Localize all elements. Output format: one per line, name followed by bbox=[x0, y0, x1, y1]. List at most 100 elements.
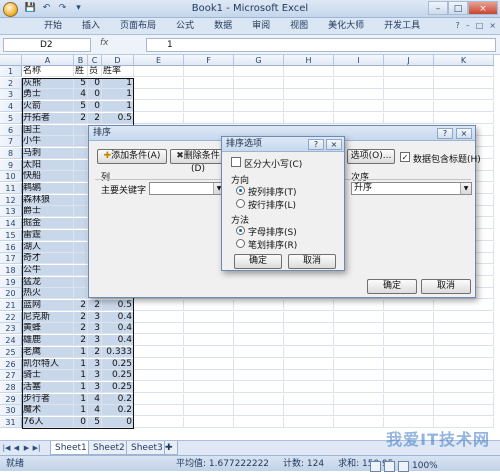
sheet-cell[interactable]: 3 bbox=[88, 358, 102, 370]
sheet-cell[interactable]: 1 bbox=[74, 381, 88, 393]
sheet-cell[interactable]: 黄蜂 bbox=[22, 323, 74, 335]
sheet-cell[interactable] bbox=[284, 89, 334, 101]
sheet-cell[interactable] bbox=[134, 370, 184, 382]
close-button[interactable]: × bbox=[468, 1, 498, 15]
tab-home[interactable]: 开始 bbox=[34, 18, 72, 34]
sheet-cell[interactable] bbox=[184, 89, 234, 101]
sheet-cell[interactable] bbox=[234, 346, 284, 358]
sheet-cell[interactable] bbox=[184, 346, 234, 358]
tab-page-layout[interactable]: 页面布局 bbox=[110, 18, 166, 34]
row-header[interactable]: 14 bbox=[0, 218, 22, 230]
sheet-cell[interactable] bbox=[184, 358, 234, 370]
sheet-cell[interactable] bbox=[234, 370, 284, 382]
sheet-cell[interactable]: 4 bbox=[74, 89, 88, 101]
sheet-cell[interactable]: 0.25 bbox=[102, 381, 134, 393]
row-header[interactable]: 30 bbox=[0, 405, 22, 417]
row-header[interactable]: 25 bbox=[0, 346, 22, 358]
minimize-button[interactable]: – bbox=[428, 1, 448, 15]
sheet-cell[interactable] bbox=[384, 323, 434, 335]
sheet-cell[interactable] bbox=[74, 147, 88, 159]
sheet-cell[interactable] bbox=[134, 311, 184, 323]
column-header-j[interactable]: J bbox=[384, 55, 434, 66]
tab-formulas[interactable]: 公式 bbox=[166, 18, 204, 34]
row-header[interactable]: 16 bbox=[0, 241, 22, 253]
sheet-cell[interactable] bbox=[284, 112, 334, 124]
sheet-cell[interactable]: 胜率 bbox=[102, 66, 134, 77]
sheet-cell[interactable] bbox=[284, 381, 334, 393]
sheet-cell[interactable] bbox=[384, 405, 434, 417]
row-header[interactable]: 8 bbox=[0, 147, 22, 159]
sheet-cell[interactable] bbox=[74, 206, 88, 218]
row-header[interactable]: 10 bbox=[0, 171, 22, 183]
sheet-cell[interactable]: 奇才 bbox=[22, 253, 74, 265]
sheet-cell[interactable] bbox=[234, 335, 284, 347]
by-row-radio[interactable] bbox=[236, 199, 245, 208]
next-sheet-icon[interactable]: ▶ bbox=[22, 443, 31, 454]
sheet-cell[interactable] bbox=[284, 335, 334, 347]
sheet-cell[interactable]: 2 bbox=[74, 300, 88, 311]
options-help-button[interactable]: ? bbox=[308, 139, 324, 150]
sheet-cell[interactable] bbox=[184, 417, 234, 428]
sheet-cell[interactable] bbox=[334, 89, 384, 101]
page-break-view-icon[interactable] bbox=[398, 460, 409, 472]
sheet-cell[interactable]: 掘金 bbox=[22, 218, 74, 230]
sheet-cell[interactable] bbox=[74, 288, 88, 300]
sheet-cell[interactable]: 员 bbox=[88, 66, 102, 77]
sheet-cell[interactable] bbox=[134, 300, 184, 311]
sheet-cell[interactable]: 热火 bbox=[22, 288, 74, 300]
sheet-cell[interactable] bbox=[334, 381, 384, 393]
sheet-cell[interactable] bbox=[334, 66, 384, 77]
sheet-cell[interactable]: 2 bbox=[74, 335, 88, 347]
sheet-cell[interactable] bbox=[134, 417, 184, 428]
sheet-cell[interactable] bbox=[334, 77, 384, 89]
sheet-cell[interactable]: 0 bbox=[102, 417, 134, 428]
sheet-cell[interactable]: 0 bbox=[88, 101, 102, 113]
sheet-cell[interactable] bbox=[234, 66, 284, 77]
sheet-cell[interactable] bbox=[184, 77, 234, 89]
tab-insert[interactable]: 插入 bbox=[72, 18, 110, 34]
by-column-radio[interactable] bbox=[236, 186, 245, 195]
sheet-cell[interactable]: 魔术 bbox=[22, 405, 74, 417]
sheet-cell[interactable] bbox=[134, 346, 184, 358]
sheet-cell[interactable]: 4 bbox=[88, 405, 102, 417]
sheet-cell[interactable] bbox=[334, 417, 384, 428]
row-header[interactable]: 15 bbox=[0, 229, 22, 241]
sheet-cell[interactable] bbox=[434, 381, 494, 393]
sheet-cell[interactable]: 0.4 bbox=[102, 311, 134, 323]
row-header[interactable]: 18 bbox=[0, 264, 22, 276]
sheet-cell[interactable] bbox=[234, 89, 284, 101]
row-header[interactable]: 26 bbox=[0, 358, 22, 370]
sheet-cell[interactable] bbox=[234, 417, 284, 428]
tab-view[interactable]: 视图 bbox=[280, 18, 318, 34]
sheet-cell[interactable]: 3 bbox=[88, 311, 102, 323]
sheet-cell[interactable] bbox=[74, 229, 88, 241]
sheet-cell[interactable] bbox=[184, 393, 234, 405]
sheet-cell[interactable] bbox=[284, 66, 334, 77]
sheet-cell[interactable] bbox=[434, 358, 494, 370]
sheet-cell[interactable]: 5 bbox=[74, 77, 88, 89]
row-header[interactable]: 1 bbox=[0, 66, 22, 77]
sheet-tab-2[interactable]: Sheet2 bbox=[88, 441, 130, 455]
sheet-cell[interactable]: 太阳 bbox=[22, 159, 74, 171]
sheet-cell[interactable]: 1 bbox=[102, 77, 134, 89]
sort-options-button[interactable]: 选项(O)... bbox=[347, 149, 395, 164]
sheet-cell[interactable] bbox=[74, 136, 88, 148]
row-header[interactable]: 6 bbox=[0, 124, 22, 136]
sheet-cell[interactable] bbox=[284, 300, 334, 311]
sheet-cell[interactable]: 火箭 bbox=[22, 101, 74, 113]
sheet-cell[interactable] bbox=[434, 101, 494, 113]
sheet-cell[interactable] bbox=[134, 335, 184, 347]
sheet-cell[interactable]: 老鹰 bbox=[22, 346, 74, 358]
dialog-help-button[interactable]: ? bbox=[437, 128, 453, 139]
sheet-cell[interactable] bbox=[434, 77, 494, 89]
sheet-cell[interactable] bbox=[284, 417, 334, 428]
sheet-cell[interactable] bbox=[184, 335, 234, 347]
sheet-cell[interactable]: 凯尔特人 bbox=[22, 358, 74, 370]
sheet-cell[interactable]: 0 bbox=[88, 89, 102, 101]
sheet-cell[interactable] bbox=[74, 218, 88, 230]
sheet-cell[interactable] bbox=[384, 300, 434, 311]
sheet-cell[interactable]: 0.25 bbox=[102, 370, 134, 382]
tab-developer[interactable]: 开发工具 bbox=[374, 18, 430, 34]
sheet-cell[interactable] bbox=[384, 335, 434, 347]
normal-view-icon[interactable] bbox=[370, 460, 381, 472]
